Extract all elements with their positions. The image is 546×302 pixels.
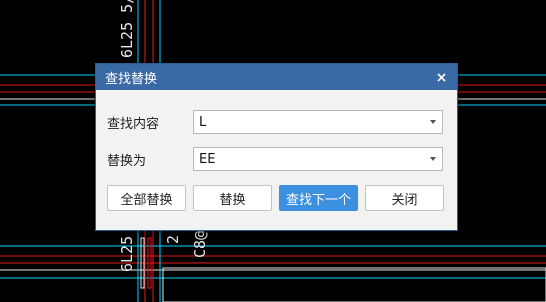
chevron-down-icon[interactable] — [430, 157, 436, 161]
dialog-titlebar[interactable]: 查找替换 — [96, 64, 457, 90]
dialog-title: 查找替换 — [105, 71, 158, 87]
chevron-down-icon[interactable] — [430, 120, 436, 124]
replace-all-button[interactable]: 全部替换 — [107, 185, 186, 211]
find-combobox[interactable]: L — [193, 110, 443, 134]
replace-combobox[interactable]: EE — [193, 147, 443, 171]
find-label: 查找内容 — [107, 116, 160, 132]
replace-button[interactable]: 替换 — [193, 185, 272, 211]
replace-label: 替换为 — [107, 153, 147, 169]
cad-label-bottom-mid: 2 — [164, 235, 182, 244]
close-button[interactable]: 关闭 — [365, 185, 444, 211]
cad-line — [162, 267, 546, 302]
find-next-button[interactable]: 查找下一个 — [279, 185, 358, 211]
replace-value: EE — [199, 151, 216, 167]
find-row: 查找内容 L — [107, 110, 443, 134]
replace-row: 替换为 EE — [107, 147, 443, 171]
dialog-buttons: 全部替换 替换 查找下一个 关闭 — [107, 185, 444, 211]
cad-label-top: 6L25 5/4 — [118, 0, 136, 58]
cad-canvas: 6L25 5/4 6L25 4 2 C8@ 查找替换 查找内容 L 替换为 EE… — [0, 0, 546, 302]
close-icon[interactable] — [435, 71, 447, 83]
find-replace-dialog: 查找替换 查找内容 L 替换为 EE 全部替换 替换 查找下一个 关闭 — [95, 63, 458, 231]
find-value: L — [199, 114, 207, 130]
cad-label-bottom-right: C8@ — [191, 231, 209, 258]
